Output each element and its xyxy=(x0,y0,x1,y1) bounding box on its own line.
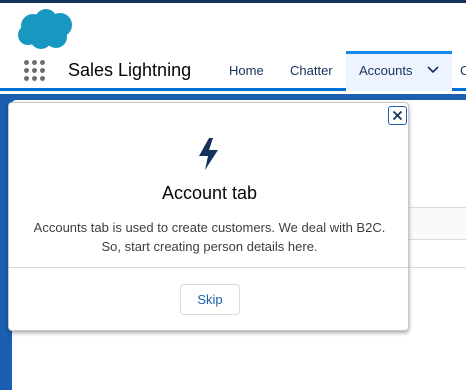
nav-item-chatter[interactable]: Chatter xyxy=(290,51,333,91)
lightning-bolt-icon xyxy=(199,138,218,170)
popover-body-line: So, start creating person details here. xyxy=(101,239,318,254)
popover-divider xyxy=(9,267,408,268)
popover-body-line: Accounts tab is used to create customers… xyxy=(33,220,386,235)
salesforce-logo-icon[interactable] xyxy=(16,8,74,50)
nav-item-accounts[interactable]: Accounts xyxy=(346,51,452,91)
close-button[interactable] xyxy=(388,106,407,125)
skip-button[interactable]: Skip xyxy=(180,284,240,315)
nav-item-accounts-label: Accounts xyxy=(359,63,413,78)
app-nav-bar: Sales Lightning Home Chatter Accounts C xyxy=(0,51,466,91)
popover-body: Accounts tab is used to create customers… xyxy=(23,218,396,256)
popover-title: Account tab xyxy=(161,183,258,203)
nav-item-home[interactable]: Home xyxy=(229,51,264,91)
close-icon xyxy=(392,110,403,121)
background-row xyxy=(405,240,466,268)
app-name: Sales Lightning xyxy=(68,60,192,80)
global-header xyxy=(0,3,466,51)
background-row xyxy=(405,207,466,240)
walkthrough-popover: Account tab Accounts tab is used to crea… xyxy=(8,102,409,331)
nav-item-overflow[interactable]: C xyxy=(460,51,466,91)
app-launcher-icon[interactable] xyxy=(24,60,46,82)
chevron-down-icon[interactable] xyxy=(427,66,439,74)
